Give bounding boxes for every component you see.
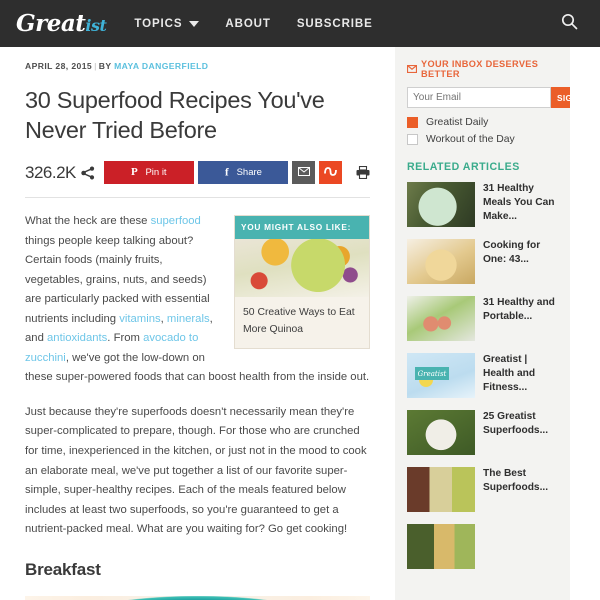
list-item[interactable]: Cooking for One: 43... (407, 239, 556, 284)
top-navigation-bar: Greatist TOPICS ABOUT SUBSCRIBE (0, 0, 600, 47)
link-vitamins[interactable]: vitamins (119, 313, 160, 325)
related-article-title: 31 Healthy Meals You Can Make... (483, 183, 555, 223)
p1-part-b: things people keep talking about? Certai… (25, 234, 210, 325)
svg-text:P: P (131, 166, 138, 177)
related-article-thumbnail: Greatist (407, 353, 475, 398)
logo-text-main: Great (16, 10, 86, 37)
section-heading-breakfast: Breakfast (25, 559, 101, 579)
nav-item-about[interactable]: ABOUT (225, 18, 270, 30)
p1-part-f: , we've got the low-down on these super-… (25, 351, 370, 384)
newsletter-option-greatist-daily[interactable]: Greatist Daily (407, 117, 556, 128)
page-body: APRIL 28, 2015 | BY MAYA DANGERFIELD 30 Su… (0, 47, 600, 600)
nav-item-subscribe-label: SUBSCRIBE (296, 17, 373, 30)
byline-separator: | (94, 61, 97, 71)
pinterest-share-button[interactable]: P Pin it (103, 161, 195, 185)
greatist-badge: Greatist (415, 367, 449, 380)
related-article-thumbnail (407, 524, 475, 569)
related-article-thumbnail (407, 296, 475, 341)
list-item[interactable]: 25 Greatist Superfoods... (407, 410, 556, 455)
related-article-title: 31 Healthy and Portable... (483, 297, 555, 323)
byline-by-prefix: BY (98, 61, 112, 71)
promo-label: YOU MIGHT ALSO LIKE: (235, 216, 369, 239)
nav-item-topics[interactable]: TOPICS (134, 17, 200, 30)
list-item[interactable] (407, 524, 556, 569)
newsletter-option-workout-of-the-day[interactable]: Workout of the Day (407, 134, 556, 145)
stumbleupon-icon (324, 166, 337, 179)
facebook-icon: f (225, 166, 232, 180)
link-minerals[interactable]: minerals (167, 313, 210, 325)
p1-part-e: . From (107, 332, 144, 345)
search-icon[interactable] (561, 13, 578, 35)
sign-me-up-button[interactable]: SIGN ME UP! (551, 87, 570, 108)
email-field[interactable] (407, 87, 551, 108)
article-paragraph-2: Just because they're superfoods doesn't … (25, 405, 367, 536)
article-main-column: APRIL 28, 2015 | BY MAYA DANGERFIELD 30 Su… (0, 47, 395, 600)
related-article-thumbnail (407, 182, 475, 227)
facebook-share-label: Share (236, 167, 262, 179)
social-share-bar: 326.2K P Pin it f Share (25, 161, 370, 185)
envelope-icon (297, 166, 310, 179)
related-article-thumbnail (407, 467, 475, 512)
newsletter-option-label: Greatist Daily (426, 117, 489, 128)
inline-promo-card[interactable]: YOU MIGHT ALSO LIKE: 50 Creative Ways to… (234, 215, 370, 349)
nav-item-about-label: ABOUT (225, 17, 271, 30)
related-article-title: Cooking for One: 43... (483, 240, 541, 266)
share-icon[interactable] (81, 166, 95, 180)
related-article-title: 25 Greatist Superfoods... (483, 411, 549, 437)
page-title: 30 Superfood Recipes You've Never Tried … (25, 87, 325, 144)
related-articles-title: RELATED ARTICLES (407, 161, 520, 173)
related-article-title: Greatist | Health and Fitness... (483, 354, 536, 394)
list-item[interactable]: 31 Healthy and Portable... (407, 296, 556, 341)
envelope-icon (407, 65, 417, 73)
nav-item-subscribe[interactable]: SUBSCRIBE (297, 18, 373, 30)
stumbleupon-share-button[interactable] (319, 161, 342, 185)
link-antioxidants[interactable]: antioxidants (47, 332, 107, 344)
newsletter-heading: YOUR INBOX DESERVES BETTER (407, 59, 556, 79)
logo-text-accent: ist (85, 16, 107, 35)
newsletter-signup-form: SIGN ME UP! (407, 87, 570, 108)
chevron-down-icon (189, 20, 200, 27)
print-button[interactable] (356, 166, 370, 180)
related-article-thumbnail (407, 410, 475, 455)
promo-image (235, 238, 369, 297)
article-body: YOU MIGHT ALSO LIKE: 50 Creative Ways to… (25, 212, 370, 584)
email-share-button[interactable] (292, 161, 316, 185)
list-item[interactable]: The Best Superfoods... (407, 467, 556, 512)
svg-text:f: f (225, 166, 229, 177)
byline: APRIL 28, 2015 | BY MAYA DANGERFIELD (25, 61, 370, 71)
nav-item-topics-label: TOPICS (134, 17, 183, 30)
facebook-share-button[interactable]: f Share (198, 161, 289, 185)
newsletter-option-label: Workout of the Day (426, 134, 515, 145)
related-article-thumbnail (407, 239, 475, 284)
checkbox-unchecked-icon[interactable] (407, 134, 418, 145)
checkbox-checked-icon[interactable] (407, 117, 418, 128)
recipe-hero-image (25, 596, 370, 600)
promo-title: 50 Creative Ways to Eat More Quinoa (235, 296, 369, 348)
pinterest-share-label: Pin it (145, 167, 167, 179)
sidebar: YOUR INBOX DESERVES BETTER SIGN ME UP! G… (395, 47, 570, 600)
list-item[interactable]: 31 Healthy Meals You Can Make... (407, 182, 556, 227)
publish-date: APRIL 28, 2015 (25, 61, 93, 71)
share-count: 326.2K (25, 162, 76, 182)
pinterest-icon: P (131, 166, 140, 180)
related-article-title: The Best Superfoods... (483, 468, 549, 494)
divider (25, 197, 370, 199)
list-item[interactable]: Greatist Greatist | Health and Fitness..… (407, 353, 556, 398)
site-logo[interactable]: Greatist (16, 10, 107, 37)
link-superfood[interactable]: superfood (151, 215, 201, 227)
p1-part-a: What the heck are these (25, 215, 151, 228)
author-link[interactable]: MAYA DANGERFIELD (114, 61, 208, 71)
newsletter-heading-label: YOUR INBOX DESERVES BETTER (421, 59, 539, 79)
